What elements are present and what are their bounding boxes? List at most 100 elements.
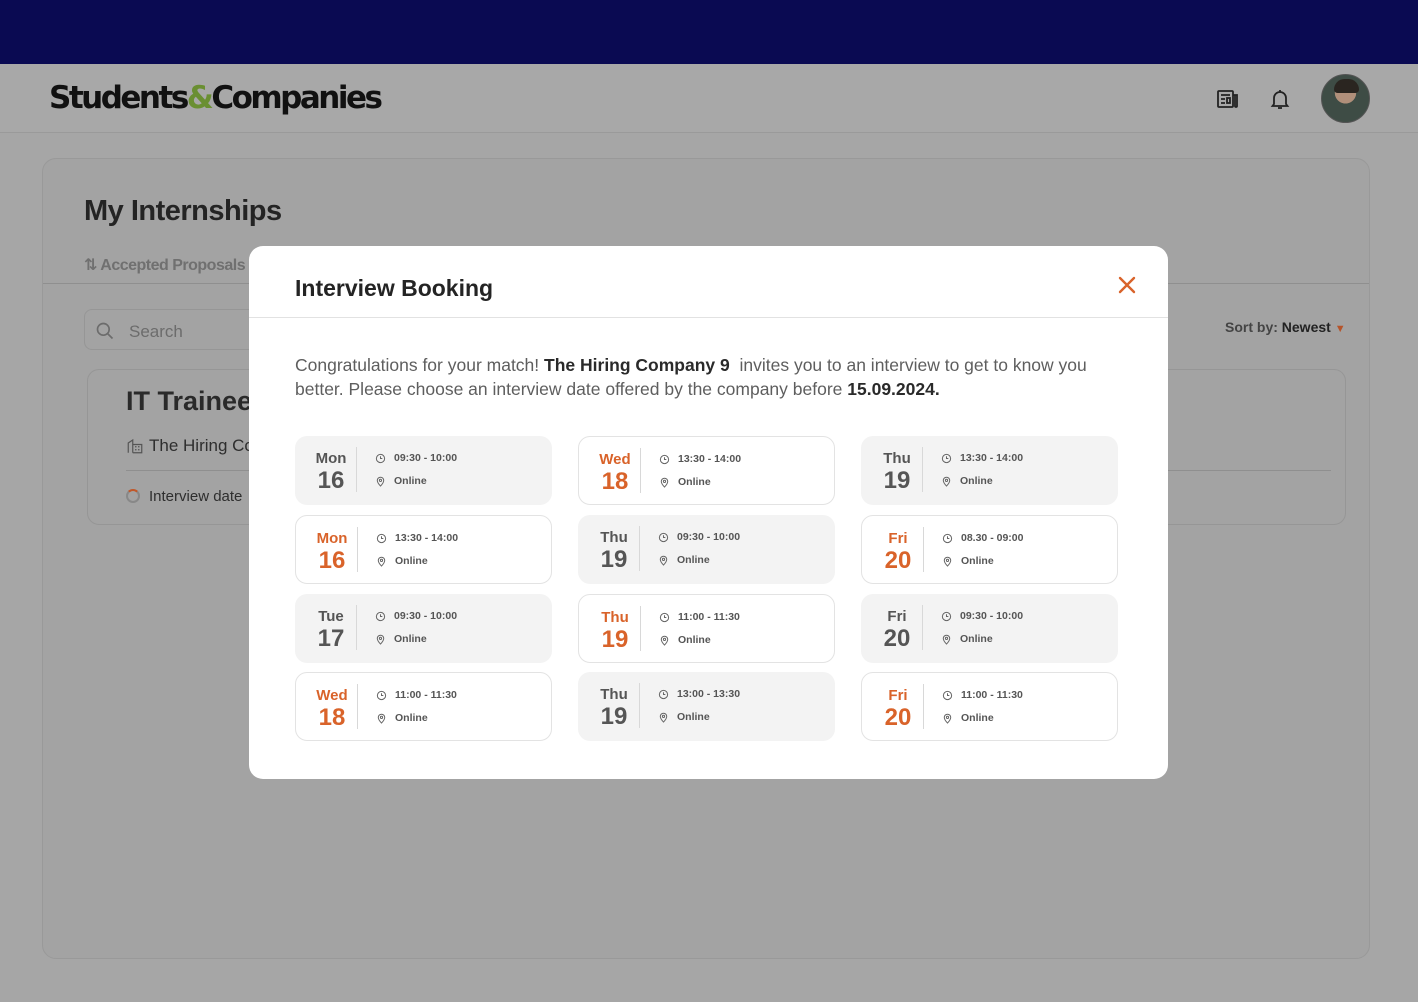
clock-icon [941, 611, 952, 622]
interview-booking-modal: Interview Booking Congratulations for yo… [249, 246, 1168, 779]
time-slot-card[interactable]: Fri 20 09:30 - 10:00 Online [861, 594, 1118, 663]
modal-divider [249, 317, 1168, 318]
slot-location: Online [677, 711, 710, 723]
time-slot-card[interactable]: Mon 16 09:30 - 10:00 Online [295, 436, 552, 505]
slot-date: 19 [600, 703, 628, 730]
slot-day: Fri [888, 687, 908, 704]
building-icon [127, 438, 143, 454]
slot-divider [640, 448, 641, 493]
company-name: The Hiring Company 9 [544, 355, 730, 375]
time-slot-card[interactable]: Thu 19 13:30 - 14:00 Online [861, 436, 1118, 505]
slot-date: 16 [317, 467, 345, 494]
slot-date: 19 [883, 467, 911, 494]
spinner-icon [126, 489, 140, 503]
time-slot-card[interactable]: Thu 19 13:00 - 13:30 Online [578, 672, 835, 741]
slot-time: 08.30 - 09:00 [961, 532, 1024, 544]
slot-day: Mon [315, 450, 347, 467]
slot-divider [639, 683, 640, 728]
slot-date: 17 [317, 625, 345, 652]
clock-icon [659, 454, 670, 465]
clock-icon [375, 611, 386, 622]
clock-icon [658, 689, 669, 700]
slot-day: Mon [316, 530, 348, 547]
slot-location: Online [395, 555, 428, 567]
slot-time: 13:00 - 13:30 [677, 688, 741, 700]
slot-time: 09:30 - 10:00 [394, 452, 458, 464]
time-slot-card[interactable]: Fri 20 08.30 - 09:00 Online [861, 515, 1118, 584]
slot-time: 09:30 - 10:00 [960, 610, 1024, 622]
slot-day: Tue [318, 608, 344, 625]
clock-icon [375, 453, 386, 464]
clock-icon [942, 533, 953, 544]
slot-location: Online [394, 633, 427, 645]
slot-day: Wed [316, 687, 348, 704]
top-banner [0, 0, 1418, 64]
slot-date: 20 [884, 547, 912, 574]
sort-dropdown[interactable]: Sort by: Newest ▼ [1225, 319, 1346, 335]
slot-time: 09:30 - 10:00 [677, 531, 741, 543]
slot-time: 11:00 - 11:30 [678, 611, 740, 623]
clock-icon [658, 532, 669, 543]
tab-accepted-proposals[interactable]: ⇅ Accepted Proposals [84, 255, 246, 275]
slot-day: Fri [888, 530, 908, 547]
search-placeholder: Search [129, 322, 183, 341]
slot-date: 19 [601, 626, 629, 653]
slot-divider [357, 527, 358, 572]
slot-divider [922, 605, 923, 650]
internship-status: Interview date [149, 488, 243, 505]
slot-time: 11:00 - 11:30 [395, 689, 457, 701]
location-pin-icon [943, 556, 952, 567]
location-pin-icon [942, 476, 951, 487]
location-pin-icon [660, 635, 669, 646]
clock-icon [659, 612, 670, 623]
slot-date: 18 [318, 704, 346, 731]
internship-company: The Hiring Co [149, 436, 254, 455]
clock-icon [376, 690, 387, 701]
close-icon[interactable] [1115, 273, 1139, 297]
slot-day: Wed [599, 451, 631, 468]
slot-divider [922, 447, 923, 492]
internship-title: IT Trainee [126, 386, 253, 416]
time-slot-card[interactable]: Fri 20 11:00 - 11:30 Online [861, 672, 1118, 741]
time-slot-card[interactable]: Wed 18 11:00 - 11:30 Online [295, 672, 552, 741]
time-slot-card[interactable]: Mon 16 13:30 - 14:00 Online [295, 515, 552, 584]
clock-icon [942, 690, 953, 701]
clock-icon [376, 533, 387, 544]
slot-day: Thu [600, 686, 628, 703]
clock-icon [941, 453, 952, 464]
time-slot-card[interactable]: Thu 19 11:00 - 11:30 Online [578, 594, 835, 663]
slot-day: Fri [887, 608, 907, 625]
slot-location: Online [961, 712, 994, 724]
slot-location: Online [678, 634, 711, 646]
slot-divider [357, 684, 358, 729]
time-slot-card[interactable]: Thu 19 09:30 - 10:00 Online [578, 515, 835, 584]
location-pin-icon [943, 713, 952, 724]
slot-time: 09:30 - 10:00 [394, 610, 458, 622]
slot-location: Online [678, 476, 711, 488]
modal-description: Congratulations for your match! The Hiri… [295, 355, 1087, 399]
search-icon [96, 322, 114, 340]
slot-divider [639, 526, 640, 571]
avatar[interactable] [1321, 74, 1370, 123]
slot-day: Thu [601, 609, 629, 626]
page-title: My Internships [84, 195, 282, 227]
location-pin-icon [376, 634, 385, 645]
slot-time: 13:30 - 14:00 [395, 532, 459, 544]
deadline-date: 15.09.2024. [847, 379, 940, 399]
time-slot-card[interactable]: Wed 18 13:30 - 14:00 Online [578, 436, 835, 505]
slot-divider [356, 605, 357, 650]
slot-date: 18 [601, 468, 629, 495]
location-pin-icon [377, 556, 386, 567]
slot-date: 20 [883, 625, 911, 652]
location-pin-icon [659, 555, 668, 566]
location-pin-icon [660, 477, 669, 488]
logo[interactable]: Students&Companies [49, 80, 383, 116]
slot-location: Online [395, 712, 428, 724]
bell-icon[interactable] [1268, 87, 1292, 111]
slot-date: 20 [884, 704, 912, 731]
location-pin-icon [659, 712, 668, 723]
chevron-down-icon: ▼ [1334, 323, 1346, 335]
location-pin-icon [942, 634, 951, 645]
news-icon[interactable] [1216, 87, 1240, 111]
time-slot-card[interactable]: Tue 17 09:30 - 10:00 Online [295, 594, 552, 663]
